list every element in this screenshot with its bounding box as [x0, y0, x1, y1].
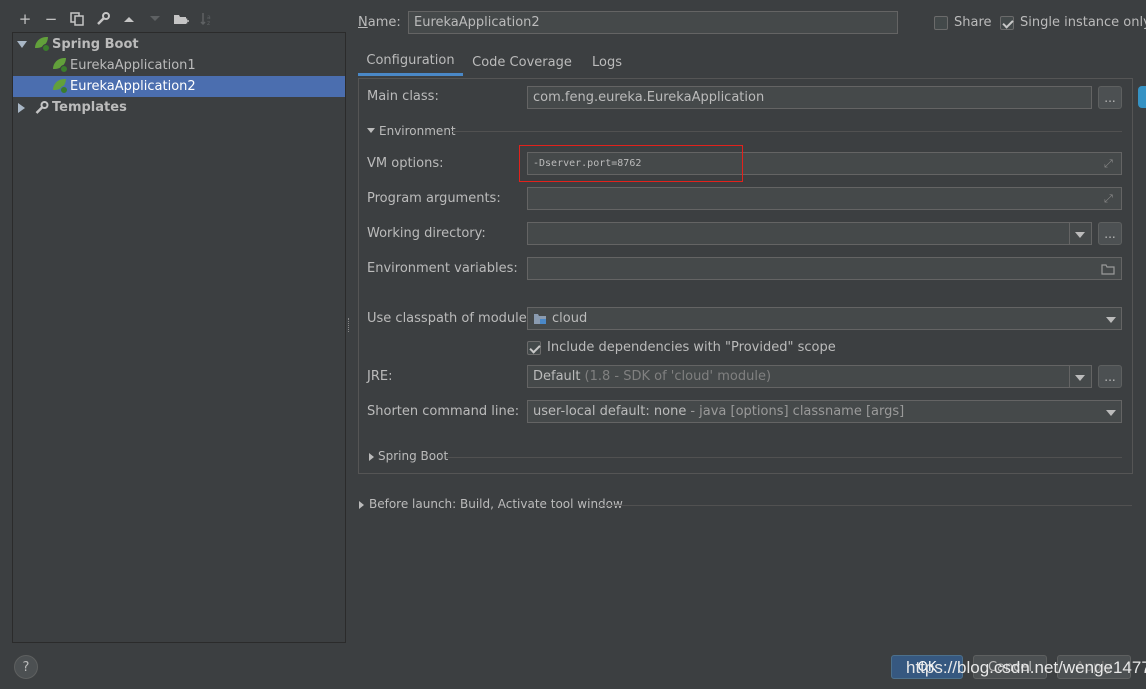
before-launch-label: Before launch: Build, Activate tool wind…	[369, 497, 623, 511]
copy-icon	[70, 12, 84, 26]
shorten-value: user-local default: none	[533, 404, 687, 419]
chevron-down-icon[interactable]	[1075, 232, 1085, 238]
folder-icon[interactable]	[1101, 263, 1116, 275]
wrench-icon	[97, 12, 110, 25]
chevron-down-icon[interactable]	[1106, 317, 1116, 323]
tree-item-label: EurekaApplication2	[70, 79, 196, 94]
copy-button[interactable]	[66, 8, 88, 30]
include-deps-checkbox[interactable]	[527, 341, 541, 355]
module-folder-icon	[534, 314, 546, 324]
share-label: Share	[954, 15, 992, 30]
new-folder-icon	[174, 15, 189, 24]
environment-label: Environment	[379, 124, 456, 138]
working-dir-browse-button[interactable]: ...	[1098, 222, 1122, 245]
tree-group-templates[interactable]: Templates	[13, 97, 345, 118]
spring-boot-icon	[53, 79, 68, 94]
dots-label: ...	[1104, 226, 1116, 241]
edit-defaults-button[interactable]	[92, 8, 114, 30]
before-launch-expand-icon[interactable]	[359, 501, 364, 509]
sort-icon: az	[200, 13, 211, 26]
plus-icon: +	[18, 10, 32, 28]
single-instance-label: Single instance only	[1020, 15, 1146, 30]
dots-label: ...	[1104, 369, 1116, 384]
name-field[interactable]: EurekaApplication2	[408, 11, 898, 34]
classpath-label: Use classpath of module:	[367, 311, 532, 326]
tab-configuration[interactable]: Configuration	[358, 48, 463, 76]
watermark: https://blog.csdn.net/wenge1477	[906, 658, 1146, 677]
env-vars-label: Environment variables:	[367, 261, 518, 276]
tree-item-eureka2[interactable]: EurekaApplication2	[13, 76, 345, 97]
collapse-arrow-icon[interactable]	[18, 102, 25, 113]
new-folder-button[interactable]	[170, 8, 192, 30]
main-class-field[interactable]: com.feng.eureka.EurekaApplication	[527, 86, 1092, 109]
tree-item-eureka1[interactable]: EurekaApplication1	[13, 55, 345, 76]
tree-group-spring-boot[interactable]: Spring Boot	[13, 34, 345, 55]
name-value: EurekaApplication2	[414, 15, 540, 30]
minus-icon: −	[44, 10, 58, 28]
remove-button[interactable]: −	[40, 8, 62, 30]
environment-collapse-icon[interactable]	[367, 128, 375, 133]
jre-hint: (1.8 - SDK of 'cloud' module)	[584, 369, 772, 384]
highlight-box	[519, 145, 743, 182]
tree-group-label: Spring Boot	[52, 37, 139, 52]
help-icon: ?	[22, 659, 30, 675]
spring-boot-separator	[446, 457, 1122, 458]
name-label: Name:	[358, 15, 401, 30]
dropdown-divider	[1069, 366, 1070, 387]
before-launch-separator	[598, 505, 1132, 506]
single-instance-checkbox[interactable]	[1000, 16, 1014, 30]
shorten-select[interactable]: user-local default: none - java [options…	[527, 400, 1122, 423]
jre-select[interactable]: Default (1.8 - SDK of 'cloud' module)	[527, 365, 1092, 388]
tab-code-coverage[interactable]: Code Coverage	[468, 48, 576, 76]
classpath-value: cloud	[552, 311, 588, 326]
move-up-button[interactable]	[118, 8, 140, 30]
dots-label: ...	[1104, 90, 1116, 105]
classpath-select[interactable]: cloud	[527, 307, 1122, 330]
chevron-down-icon[interactable]	[1106, 410, 1116, 416]
tree-item-label: EurekaApplication1	[70, 58, 196, 73]
env-vars-field[interactable]	[527, 257, 1122, 280]
edge-tool-tab[interactable]	[1138, 86, 1146, 108]
arrow-up-icon	[124, 17, 134, 22]
arrow-down-icon	[150, 16, 160, 21]
shorten-label: Shorten command line:	[367, 404, 520, 419]
shorten-hint: - java [options] classname [args]	[690, 404, 905, 419]
jre-browse-button[interactable]: ...	[1098, 365, 1122, 388]
program-args-label: Program arguments:	[367, 191, 501, 206]
working-dir-label: Working directory:	[367, 226, 486, 241]
spring-boot-expand-icon[interactable]	[369, 453, 374, 461]
tab-logs[interactable]: Logs	[584, 48, 630, 76]
add-button[interactable]: +	[14, 8, 36, 30]
tab-label: Configuration	[366, 53, 455, 68]
wrench-icon	[35, 100, 49, 114]
main-class-label: Main class:	[367, 89, 439, 104]
expand-arrow-icon[interactable]	[17, 41, 27, 48]
tab-label: Code Coverage	[472, 54, 572, 70]
chevron-down-icon[interactable]	[1075, 375, 1085, 381]
expand-icon[interactable]: ⤢	[1104, 157, 1113, 171]
jre-label: JRE:	[367, 369, 393, 384]
main-class-browse-button[interactable]: ...	[1098, 86, 1122, 109]
environment-separator	[452, 131, 1122, 132]
working-dir-field[interactable]	[527, 222, 1092, 245]
help-button[interactable]: ?	[14, 655, 38, 679]
include-deps-label: Include dependencies with "Provided" sco…	[547, 340, 836, 355]
splitter-handle[interactable]	[348, 318, 350, 332]
jre-value: Default	[533, 369, 581, 384]
svg-text:z: z	[207, 20, 210, 26]
move-down-button[interactable]	[144, 8, 166, 30]
dropdown-divider	[1069, 223, 1070, 244]
tab-label: Logs	[592, 54, 622, 70]
vm-options-label: VM options:	[367, 156, 444, 171]
main-class-value: com.feng.eureka.EurekaApplication	[533, 90, 765, 105]
templates-label: Templates	[52, 100, 127, 115]
spring-boot-section-label: Spring Boot	[378, 449, 449, 463]
share-checkbox[interactable]	[934, 16, 948, 30]
program-args-field[interactable]	[527, 187, 1122, 210]
spring-boot-icon	[53, 58, 68, 73]
run-config-tree: Spring Boot EurekaApplication1 EurekaApp…	[12, 32, 346, 643]
spring-boot-icon	[35, 37, 50, 52]
sort-button[interactable]: az	[196, 8, 218, 30]
expand-icon[interactable]: ⤢	[1104, 192, 1113, 206]
